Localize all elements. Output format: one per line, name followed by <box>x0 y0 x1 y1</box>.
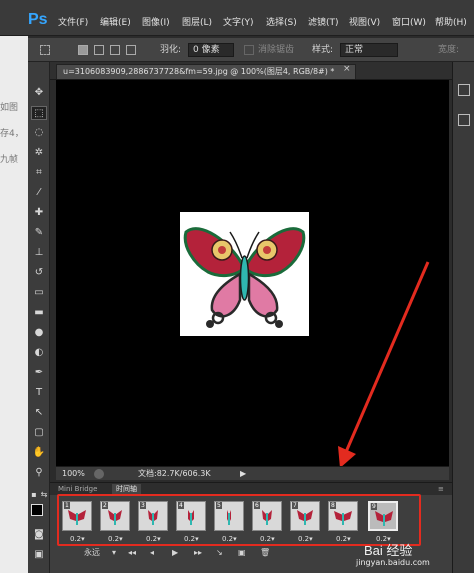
panel-menu-icon[interactable]: ≡ <box>434 484 448 495</box>
document-size-info: 文档:82.7K/606.3K <box>138 469 211 478</box>
status-bar: 100% 文档:82.7K/606.3K ▶ <box>56 466 449 480</box>
next-frame-icon[interactable]: ▸▸ <box>194 547 202 559</box>
right-panel-dock <box>452 62 474 573</box>
watermark-url: jingyan.baidu.com <box>356 558 430 567</box>
zoom-level[interactable]: 100% <box>62 468 85 480</box>
baidu-watermark: Bai 经验 jingyan.baidu.com <box>350 540 472 570</box>
loop-select[interactable]: 永远 <box>84 547 100 559</box>
watermark-main: Bai 经验 <box>364 543 413 558</box>
delete-frame-icon[interactable]: 🗑 <box>260 547 270 559</box>
duplicate-frame-icon[interactable]: ▣ <box>238 547 246 559</box>
tween-icon[interactable]: ↘ <box>216 547 223 559</box>
previous-frame-icon[interactable]: ◂ <box>150 547 154 559</box>
status-info-icon[interactable] <box>94 469 104 479</box>
loop-dropdown-icon[interactable]: ▾ <box>112 547 116 559</box>
properties-panel-icon[interactable] <box>458 114 470 126</box>
status-menu-arrow-icon[interactable]: ▶ <box>240 468 246 480</box>
history-panel-icon[interactable] <box>458 84 470 96</box>
play-icon[interactable]: ▶ <box>172 547 178 559</box>
first-frame-icon[interactable]: ◂◂ <box>128 547 136 559</box>
highlight-box <box>57 494 421 546</box>
